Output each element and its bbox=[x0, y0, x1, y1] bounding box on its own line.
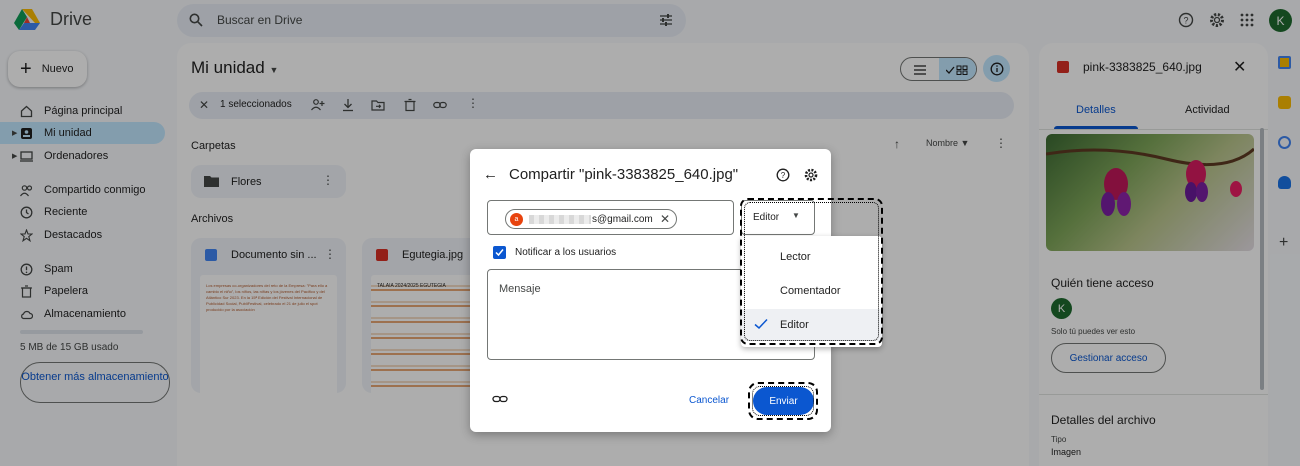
notify-checkbox[interactable] bbox=[493, 246, 506, 259]
help-icon[interactable]: ? bbox=[776, 168, 790, 182]
redacted-email-part bbox=[529, 214, 591, 224]
settings-icon[interactable] bbox=[804, 168, 818, 182]
role-menu-highlight-inner bbox=[744, 202, 879, 341]
cancel-button[interactable]: Cancelar bbox=[689, 395, 729, 406]
recipient-avatar: a bbox=[510, 212, 523, 226]
recipient-input[interactable]: a s@gmail.com ✕ bbox=[487, 200, 734, 235]
share-dialog-title: Compartir "pink-3383825_640.jpg" bbox=[509, 166, 739, 183]
recipient-email: s@gmail.com bbox=[592, 213, 653, 225]
back-arrow-icon[interactable]: ← bbox=[483, 166, 498, 183]
remove-recipient-icon[interactable]: ✕ bbox=[660, 212, 670, 226]
send-button-highlight-inner bbox=[752, 386, 814, 416]
checkmark-icon bbox=[495, 249, 504, 257]
svg-text:?: ? bbox=[781, 171, 786, 180]
notify-label: Notificar a los usuarios bbox=[515, 247, 617, 258]
copy-link-icon[interactable] bbox=[492, 392, 508, 406]
notify-users-option[interactable]: Notificar a los usuarios bbox=[493, 246, 616, 259]
recipient-chip[interactable]: a s@gmail.com ✕ bbox=[505, 209, 677, 229]
message-placeholder: Mensaje bbox=[499, 283, 541, 295]
